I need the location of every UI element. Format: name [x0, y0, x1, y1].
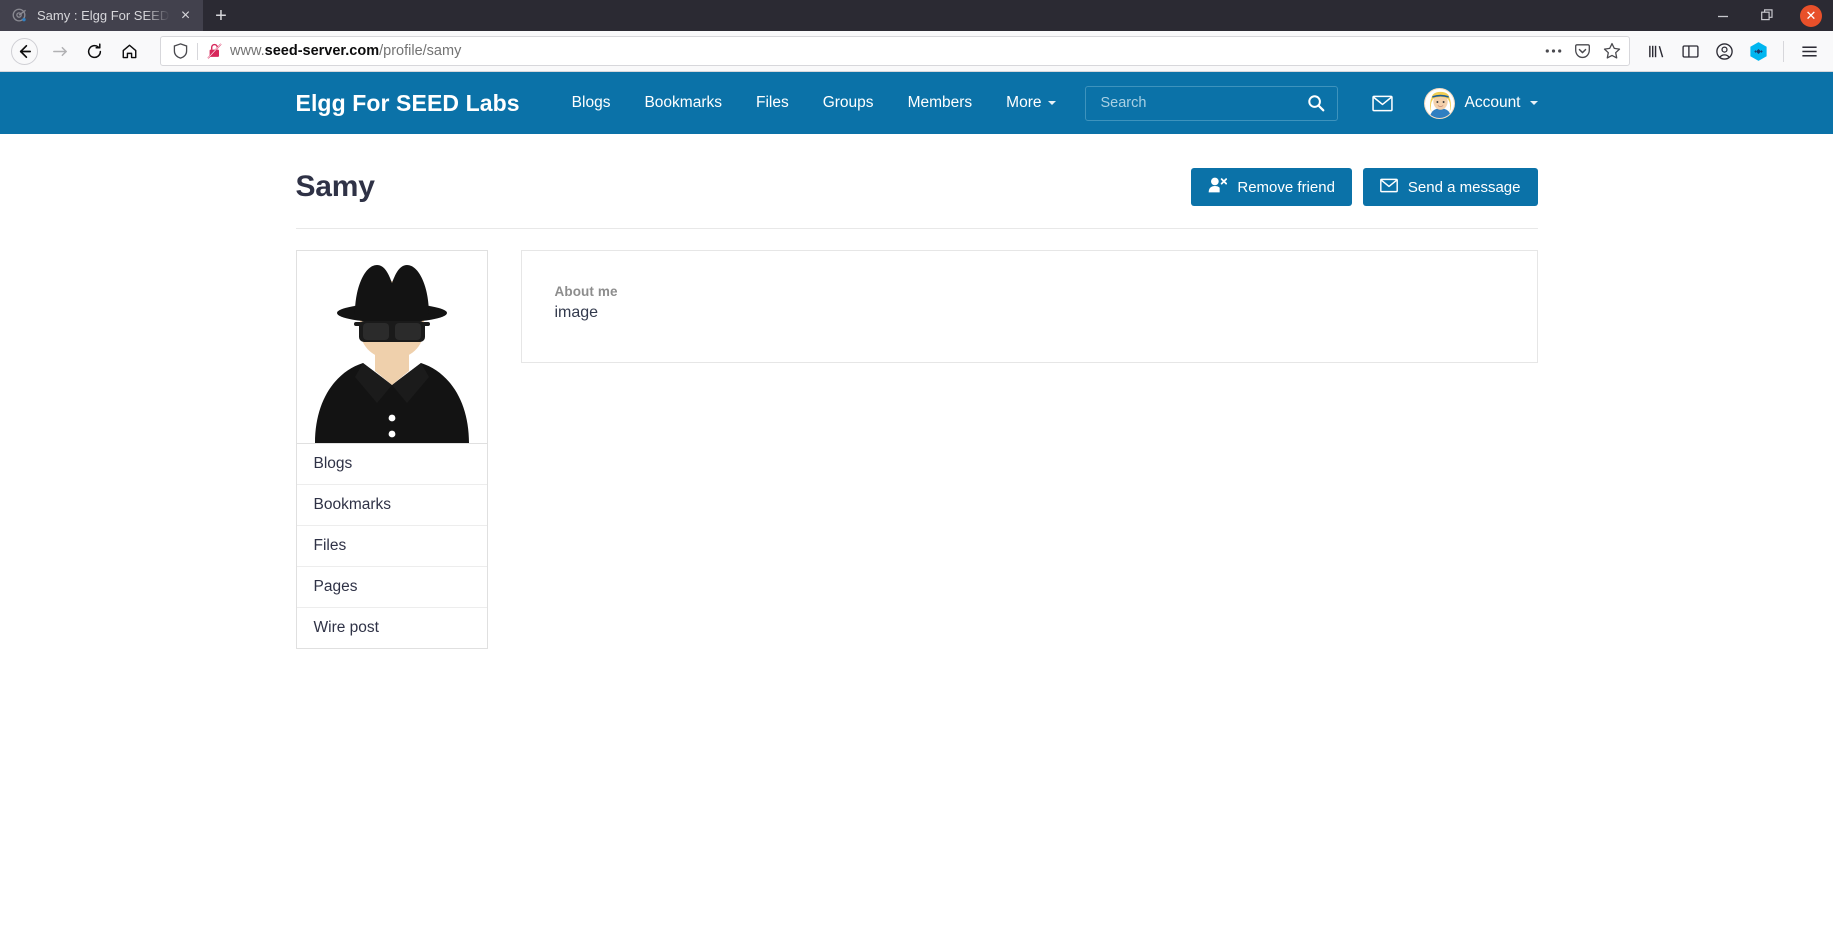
messages-icon[interactable] [1360, 83, 1404, 123]
account-circle-icon[interactable] [1708, 35, 1740, 67]
forward-button[interactable] [43, 35, 76, 68]
tracking-protection-shield-icon[interactable] [169, 43, 191, 59]
nav-label: Members [907, 94, 973, 111]
url-text[interactable]: www.seed-server.com/profile/samy [224, 43, 1540, 59]
window-close-button[interactable]: ✕ [1789, 0, 1833, 31]
nav-item-blogs[interactable]: Blogs [555, 94, 628, 112]
broken-lock-icon[interactable] [204, 43, 224, 59]
browser-window: Samy : Elgg For SEED Labs × + ✕ [0, 0, 1833, 927]
search-input[interactable] [1100, 95, 1306, 111]
new-tab-button[interactable]: + [203, 0, 239, 31]
window-restore-button[interactable] [1745, 0, 1789, 31]
account-menu[interactable]: Account [1424, 87, 1538, 119]
profile-main: About me image [520, 250, 1538, 649]
profile-menu-item-pages[interactable]: Pages [296, 566, 487, 607]
site-topbar: Elgg For SEED Labs Blogs Bookmarks Files… [0, 72, 1833, 134]
toolbar-divider [1783, 40, 1784, 62]
nav-label: Files [755, 94, 789, 111]
nav-item-bookmarks[interactable]: Bookmarks [627, 94, 739, 112]
close-icon: ✕ [1800, 4, 1822, 27]
nav-item-members[interactable]: Members [891, 94, 990, 112]
profile-menu-item-wire-post[interactable]: Wire post [296, 607, 487, 648]
url-bar[interactable]: www.seed-server.com/profile/samy [160, 36, 1630, 66]
profile-actions: Remove friend Send a message [1191, 168, 1538, 206]
site-navigation: Blogs Bookmarks Files Groups Members Mor… [555, 94, 1073, 112]
profile-body: Blogs Bookmarks Files Pages Wire post Ab… [295, 229, 1538, 649]
account-label: Account [1464, 94, 1521, 111]
nav-label: Groups [822, 94, 874, 111]
user-remove-icon [1208, 177, 1228, 197]
nav-label: Blogs [571, 94, 611, 111]
sidebar-icon[interactable] [1674, 35, 1706, 67]
hamburger-menu-icon[interactable] [1793, 35, 1825, 67]
about-me-panel: About me image [520, 250, 1538, 363]
extension-icon[interactable] [1742, 35, 1774, 67]
window-controls: ✕ [1701, 0, 1833, 31]
tab-title: Samy : Elgg For SEED Labs [37, 8, 174, 23]
nav-label: More [1006, 94, 1042, 111]
back-button[interactable] [11, 37, 38, 65]
chevron-down-icon [1529, 101, 1538, 105]
site-search[interactable] [1085, 85, 1339, 121]
profile-sidebar: Blogs Bookmarks Files Pages Wire post [295, 250, 488, 649]
profile-menu-item-bookmarks[interactable]: Bookmarks [296, 484, 487, 525]
topbar-right: Account [1085, 83, 1538, 123]
page-viewport: Elgg For SEED Labs Blogs Bookmarks Files… [0, 72, 1833, 927]
library-icon[interactable] [1640, 35, 1672, 67]
button-label: Remove friend [1237, 178, 1335, 196]
browser-tab[interactable]: Samy : Elgg For SEED Labs × [0, 0, 203, 31]
search-icon[interactable] [1305, 94, 1327, 112]
profile-avatar-card[interactable] [295, 250, 488, 444]
page-content: Samy Remove friend Send a message Blogs … [295, 134, 1538, 649]
about-me-label: About me [554, 284, 618, 299]
chevron-down-icon [1047, 101, 1056, 105]
nav-item-groups[interactable]: Groups [806, 94, 891, 112]
nav-item-files[interactable]: Files [739, 94, 806, 112]
browser-toolbar-right [1640, 35, 1825, 67]
profile-menu-item-blogs[interactable]: Blogs [297, 444, 487, 484]
page-title: Samy [295, 170, 375, 203]
profile-menu-item-files[interactable]: Files [296, 525, 487, 566]
nav-label: Bookmarks [644, 94, 722, 111]
url-actions [1540, 38, 1625, 65]
profile-menu: Blogs Bookmarks Files Pages Wire post [295, 444, 488, 649]
browser-titlebar: Samy : Elgg For SEED Labs × + ✕ [0, 0, 1833, 31]
send-message-button[interactable]: Send a message [1362, 168, 1538, 206]
envelope-icon [1380, 178, 1398, 197]
about-me-value: image [554, 304, 599, 321]
browser-navbar: www.seed-server.com/profile/samy [0, 31, 1833, 72]
page-actions-icon[interactable] [1540, 38, 1567, 65]
remove-friend-button[interactable]: Remove friend [1191, 168, 1352, 206]
button-label: Send a message [1407, 178, 1521, 196]
reload-button[interactable] [78, 35, 111, 68]
elgg-favicon [11, 7, 28, 24]
url-divider [197, 42, 198, 60]
site-brand[interactable]: Elgg For SEED Labs [296, 90, 520, 117]
samy-anonymous-avatar [296, 251, 487, 443]
avatar [1424, 87, 1456, 119]
pocket-icon[interactable] [1569, 38, 1596, 65]
tab-close-icon[interactable]: × [176, 6, 195, 25]
home-button[interactable] [113, 35, 146, 68]
profile-header: Samy Remove friend Send a message [295, 134, 1538, 229]
bookmark-star-icon[interactable] [1598, 38, 1625, 65]
window-minimize-button[interactable] [1701, 0, 1745, 31]
nav-item-more[interactable]: More [989, 94, 1072, 112]
